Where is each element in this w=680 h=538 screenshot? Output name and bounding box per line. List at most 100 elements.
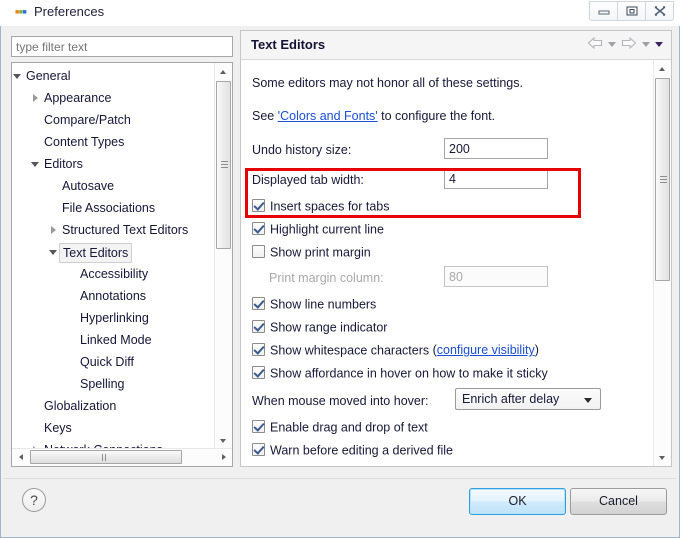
- checkbox-label: Show line numbers: [270, 298, 376, 312]
- tree-hscroll-thumb[interactable]: [30, 450, 182, 464]
- colors-and-fonts-link[interactable]: 'Colors and Fonts': [278, 109, 378, 123]
- checkbox-icon[interactable]: [252, 297, 265, 310]
- tree-scroll-up-button[interactable]: [215, 63, 232, 80]
- show-print-margin-checkbox[interactable]: Show print margin: [252, 245, 371, 260]
- back-arrow-icon[interactable]: [587, 37, 603, 52]
- window-controls: [590, 1, 674, 21]
- checkbox-icon[interactable]: [252, 443, 265, 456]
- warn-derived-file-checkbox[interactable]: Warn before editing a derived file: [252, 443, 453, 458]
- intro-text: Some editors may not honor all of these …: [252, 76, 523, 90]
- tree-item-quick-diff[interactable]: Quick Diff: [12, 351, 208, 373]
- preference-tree[interactable]: GeneralAppearanceCompare/PatchContent Ty…: [11, 62, 233, 467]
- tree-item-label: Accessibility: [80, 263, 148, 285]
- print-margin-column-label: Print margin column:: [269, 271, 384, 285]
- checkbox-icon[interactable]: [252, 222, 265, 235]
- expand-arrow-icon[interactable]: [46, 219, 60, 241]
- view-menu-icon[interactable]: [655, 42, 663, 47]
- collapse-arrow-icon[interactable]: [46, 241, 60, 263]
- insert-spaces-for-tabs-checkbox[interactable]: Insert spaces for tabs: [252, 199, 390, 214]
- checkbox-label: Warn before editing a derived file: [270, 444, 453, 458]
- configure-visibility-link[interactable]: configure visibility: [437, 343, 535, 357]
- tree-item-appearance[interactable]: Appearance: [12, 87, 208, 109]
- forward-arrow-icon[interactable]: [621, 37, 637, 52]
- tree-item-file-associations[interactable]: File Associations: [12, 197, 208, 219]
- tree-item-text-editors[interactable]: Text Editors: [12, 241, 208, 263]
- tree-item-general[interactable]: General: [12, 65, 208, 87]
- back-dropdown-icon[interactable]: [608, 42, 616, 47]
- tree-scroll-right-button[interactable]: [215, 449, 232, 466]
- highlight-current-line-checkbox[interactable]: Highlight current line: [252, 222, 384, 237]
- settings-vscroll-thumb[interactable]: [655, 78, 670, 281]
- title-bar: ■■■ Preferences: [0, 0, 680, 26]
- tree-item-label: Keys: [44, 417, 72, 439]
- settings-scroll-up-button[interactable]: [654, 60, 671, 77]
- tree-scroll-down-button[interactable]: [215, 432, 232, 449]
- tree-item-label: Content Types: [44, 131, 124, 153]
- ok-button[interactable]: OK: [469, 488, 566, 515]
- show-affordance-checkbox[interactable]: Show affordance in hover on how to make …: [252, 366, 548, 381]
- tab-width-label: Displayed tab width:: [252, 173, 364, 187]
- app-icon: ■■■: [15, 7, 29, 19]
- tree-item-globalization[interactable]: Globalization: [12, 395, 208, 417]
- tree-item-compare-patch[interactable]: Compare/Patch: [12, 109, 208, 131]
- checkbox-label: Show whitespace characters: [270, 344, 429, 358]
- tree-item-label: Autosave: [62, 175, 114, 197]
- enable-drag-drop-checkbox[interactable]: Enable drag and drop of text: [252, 420, 428, 435]
- colors-fonts-suffix: to configure the font.: [378, 109, 495, 123]
- collapse-arrow-icon[interactable]: [11, 65, 24, 87]
- tree-item-hyperlinking[interactable]: Hyperlinking: [12, 307, 208, 329]
- tree-item-label: File Associations: [62, 197, 155, 219]
- tree-item-spelling[interactable]: Spelling: [12, 373, 208, 395]
- checkbox-icon[interactable]: [252, 420, 265, 433]
- tree-vertical-scrollbar[interactable]: [214, 63, 232, 266]
- forward-dropdown-icon[interactable]: [642, 42, 650, 47]
- scroll-grip-icon: [102, 454, 110, 461]
- tree-item-accessibility[interactable]: Accessibility: [12, 263, 208, 285]
- tree-scroll-left-button[interactable]: [12, 449, 29, 466]
- close-button[interactable]: [645, 1, 674, 21]
- show-whitespace-characters-checkbox[interactable]: Show whitespace characters (configure vi…: [252, 343, 539, 358]
- tree-item-linked-mode[interactable]: Linked Mode: [12, 329, 208, 351]
- show-range-indicator-checkbox[interactable]: Show range indicator: [252, 320, 387, 335]
- scroll-grip-icon: [660, 176, 667, 184]
- checkbox-label: Enable drag and drop of text: [270, 421, 428, 435]
- tree-item-autosave[interactable]: Autosave: [12, 175, 208, 197]
- tree-item-label: Compare/Patch: [44, 109, 131, 131]
- chevron-down-icon: [584, 398, 592, 403]
- tab-width-input[interactable]: [444, 168, 548, 189]
- help-button[interactable]: ?: [22, 488, 46, 512]
- tree-vertical-scrollbar-lower[interactable]: [214, 266, 232, 449]
- checkbox-label: Show affordance in hover on how to make …: [270, 367, 548, 381]
- tree-item-structured-text-editors[interactable]: Structured Text Editors: [12, 219, 208, 241]
- hover-behavior-select[interactable]: Enrich after delay: [455, 388, 601, 410]
- tree-item-label: General: [26, 65, 70, 87]
- tree-item-label: Appearance: [44, 87, 111, 109]
- tree-item-content-types[interactable]: Content Types: [12, 131, 208, 153]
- checkbox-icon[interactable]: [252, 320, 265, 333]
- print-margin-column-input: [444, 266, 548, 287]
- checkbox-icon[interactable]: [252, 199, 265, 212]
- settings-panel: Text Editors Some editors may not honor …: [240, 30, 672, 467]
- filter-input[interactable]: [11, 36, 233, 57]
- checkbox-icon[interactable]: [252, 245, 265, 258]
- restore-button[interactable]: [617, 1, 646, 21]
- minimize-button[interactable]: [589, 1, 618, 21]
- cancel-button[interactable]: Cancel: [570, 488, 667, 515]
- expand-arrow-icon[interactable]: [28, 87, 42, 109]
- tree-horizontal-scrollbar[interactable]: [12, 448, 232, 466]
- checkbox-icon[interactable]: [252, 343, 265, 356]
- checkbox-icon[interactable]: [252, 366, 265, 379]
- tree-item-keys[interactable]: Keys: [12, 417, 208, 439]
- scroll-grip-icon: [221, 161, 228, 169]
- settings-vertical-scrollbar[interactable]: [653, 60, 671, 466]
- preferences-dialog: ■■■ Preferences GeneralAppearanceCompare…: [0, 0, 680, 538]
- collapse-arrow-icon[interactable]: [28, 153, 42, 175]
- undo-history-input[interactable]: [444, 138, 548, 159]
- tree-vscroll-thumb[interactable]: [216, 81, 231, 249]
- tree-item-annotations[interactable]: Annotations: [12, 285, 208, 307]
- settings-scroll-down-button[interactable]: [654, 449, 671, 466]
- show-line-numbers-checkbox[interactable]: Show line numbers: [252, 297, 376, 312]
- colors-fonts-line: See 'Colors and Fonts' to configure the …: [252, 109, 495, 123]
- tree-item-editors[interactable]: Editors: [12, 153, 208, 175]
- checkbox-label: Highlight current line: [270, 223, 384, 237]
